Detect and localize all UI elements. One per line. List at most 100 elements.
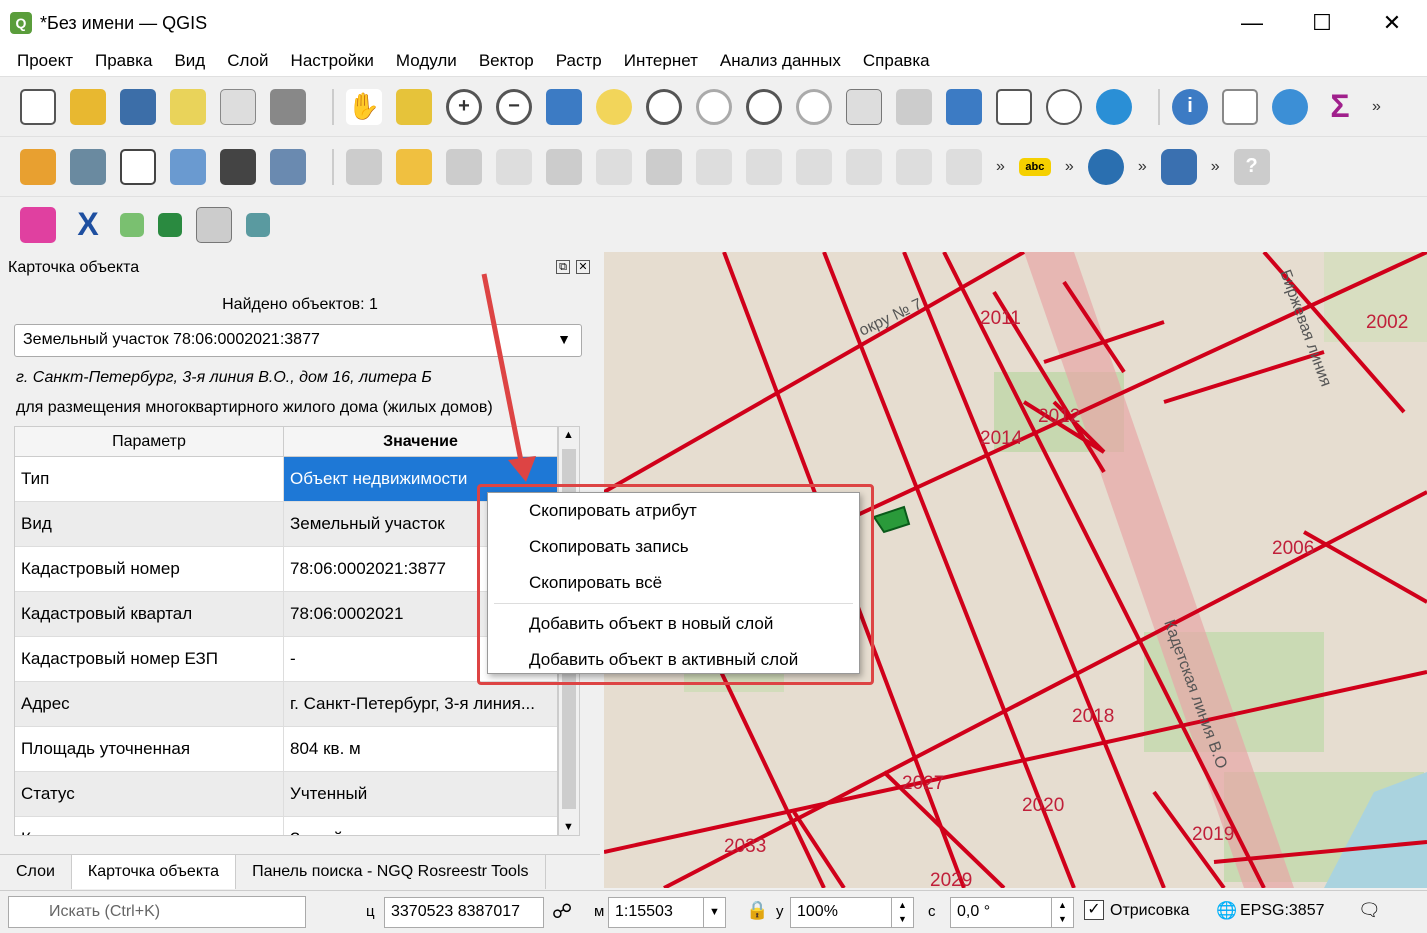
crs-label[interactable]: EPSG:3857 (1240, 902, 1325, 920)
add-vector-layer-icon[interactable] (70, 148, 106, 185)
menu-layer[interactable]: Слой (216, 51, 279, 71)
zoom-to-layer-icon[interactable] (646, 88, 682, 125)
scale-field[interactable]: 1:15503 ▼ (608, 897, 726, 928)
zoom-native-icon[interactable] (696, 88, 732, 125)
new-3d-view-icon[interactable] (896, 88, 932, 125)
new-project-icon[interactable] (20, 88, 56, 125)
table-row[interactable]: Статус Учтенный (15, 772, 557, 817)
toolbar-more-icon[interactable]: » (1065, 158, 1074, 176)
edits-icon[interactable] (346, 148, 382, 185)
show-bookmarks-icon[interactable] (946, 88, 982, 125)
menu-copy-record[interactable]: Скопировать запись (488, 529, 859, 565)
style-manager-icon[interactable] (270, 88, 306, 125)
table-row[interactable]: Вид Земельный участок (15, 502, 557, 547)
mouse-icon[interactable]: ☍ (552, 899, 572, 924)
new-virtual-layer-icon[interactable] (270, 148, 306, 185)
temporal-controller-icon[interactable] (1046, 88, 1082, 125)
menu-plugins[interactable]: Модули (385, 51, 468, 71)
zoom-full-icon[interactable] (546, 88, 582, 125)
delete-selected-icon[interactable] (696, 148, 732, 185)
new-bookmark-icon[interactable] (996, 88, 1032, 125)
search-cadastral-icon[interactable] (246, 212, 270, 237)
menu-analysis[interactable]: Анализ данных (709, 51, 852, 71)
menu-vector[interactable]: Вектор (468, 51, 545, 71)
table-row[interactable]: Кадастровый номер 78:06:0002021:3877 (15, 547, 557, 592)
new-shapefile-layer-icon[interactable] (120, 148, 156, 185)
locator-search-input[interactable]: Искать (Ctrl+K) (8, 896, 306, 928)
new-print-layout-icon[interactable] (170, 88, 206, 125)
undo-icon[interactable] (896, 148, 932, 185)
menu-copy-all[interactable]: Скопировать всё (488, 565, 859, 601)
zoom-out-icon[interactable]: − (496, 88, 532, 125)
value-cell[interactable]: Учтенный (284, 772, 557, 816)
toolbar-more-icon[interactable]: » (1138, 158, 1147, 176)
zoom-to-selection-icon[interactable] (596, 88, 632, 125)
tab-identify[interactable]: Карточка объекта (71, 855, 237, 889)
add-wms-layer-icon[interactable] (1087, 148, 1124, 185)
menu-view[interactable]: Вид (163, 51, 216, 71)
zoom-in-icon[interactable]: + (446, 88, 482, 125)
table-row[interactable]: Площадь уточненная 804 кв. м (15, 727, 557, 772)
modify-attributes-icon[interactable] (646, 148, 682, 185)
table-row[interactable]: Кадастровый квартал 78:06:0002021 (15, 592, 557, 637)
refresh-icon[interactable] (1096, 88, 1132, 125)
magnifier-field[interactable]: 100% ▲ ▼ (790, 897, 914, 928)
minimize-button[interactable]: — (1217, 0, 1287, 46)
tab-layers[interactable]: Слои (0, 855, 72, 889)
save-project-icon[interactable] (120, 88, 156, 125)
help-icon[interactable]: ? (1233, 148, 1270, 185)
table-row[interactable]: Кадастровый номер ЕЗП - (15, 637, 557, 682)
menu-help[interactable]: Справка (852, 51, 941, 71)
table-row[interactable]: Адрес г. Санкт-Петербург, 3-я линия... (15, 682, 557, 727)
rosreestr-plugin-icon[interactable] (20, 206, 56, 243)
add-feature-plus-icon[interactable] (120, 212, 144, 237)
spin-arrows-icon[interactable]: ▲ ▼ (1051, 898, 1073, 927)
vertex-tool-icon[interactable] (596, 148, 632, 185)
menu-add-to-new-layer[interactable]: Добавить объект в новый слой (488, 606, 859, 642)
menu-edit[interactable]: Правка (84, 51, 163, 71)
python-console-icon[interactable] (1160, 148, 1197, 185)
toggle-editing-pencil-icon[interactable] (396, 148, 432, 185)
menu-settings[interactable]: Настройки (280, 51, 385, 71)
tab-search-panel[interactable]: Панель поиска - NGQ Rosreestr Tools (236, 855, 546, 889)
menu-project[interactable]: Проект (6, 51, 84, 71)
label-abc-icon[interactable]: abc (1018, 157, 1051, 176)
menu-raster[interactable]: Растр (545, 51, 613, 71)
menu-add-to-active-layer[interactable]: Добавить объект в активный слой (488, 642, 859, 678)
table-row[interactable]: К...З... ...й (15, 817, 557, 835)
redo-icon[interactable] (946, 148, 982, 185)
coordinate-field[interactable]: 3370523 8387017 (384, 897, 544, 928)
value-cell[interactable]: 804 кв. м (284, 727, 557, 771)
float-panel-icon[interactable]: ⧉ (556, 260, 570, 274)
menu-copy-attribute[interactable]: Скопировать атрибут (488, 493, 859, 529)
paste-features-icon[interactable] (846, 148, 882, 185)
toolbar-more-icon[interactable]: » (996, 158, 1005, 176)
toolbar-more-icon[interactable]: » (1372, 98, 1381, 116)
attribute-table-icon[interactable] (1222, 88, 1258, 125)
new-temporary-layer-icon[interactable] (220, 148, 256, 185)
messages-icon[interactable]: 🗨 (1358, 900, 1381, 921)
zoom-next-icon[interactable] (796, 88, 832, 125)
new-map-view-icon[interactable] (846, 88, 882, 125)
copy-features-icon[interactable] (796, 148, 832, 185)
scroll-up-icon[interactable]: ▲ (563, 429, 574, 441)
add-polygon-icon[interactable] (546, 148, 582, 185)
open-project-icon[interactable] (70, 88, 106, 125)
new-spatialite-layer-icon[interactable] (170, 148, 206, 185)
menu-web[interactable]: Интернет (613, 51, 709, 71)
nextgis-x-icon[interactable]: X (70, 206, 106, 243)
value-cell[interactable]: З... ...й (284, 817, 557, 835)
close-button[interactable]: ✕ (1357, 0, 1427, 46)
statistics-sigma-icon[interactable]: Σ (1322, 88, 1358, 125)
layout-manager-icon[interactable] (220, 88, 256, 125)
identify-by-click-icon[interactable] (196, 206, 232, 243)
lock-scale-icon[interactable]: 🔒 (746, 900, 768, 921)
digitize-icon[interactable] (496, 148, 532, 185)
render-checkbox[interactable]: ✓ (1084, 900, 1104, 920)
maximize-button[interactable]: ☐ (1287, 0, 1357, 46)
close-panel-icon[interactable]: ✕ (576, 260, 590, 274)
rotation-field[interactable]: 0,0 ° ▲ ▼ (950, 897, 1074, 928)
column-header-param[interactable]: Параметр (15, 427, 285, 456)
data-source-manager-icon[interactable] (20, 148, 56, 185)
pan-hand-icon[interactable]: ✋ (346, 88, 382, 125)
